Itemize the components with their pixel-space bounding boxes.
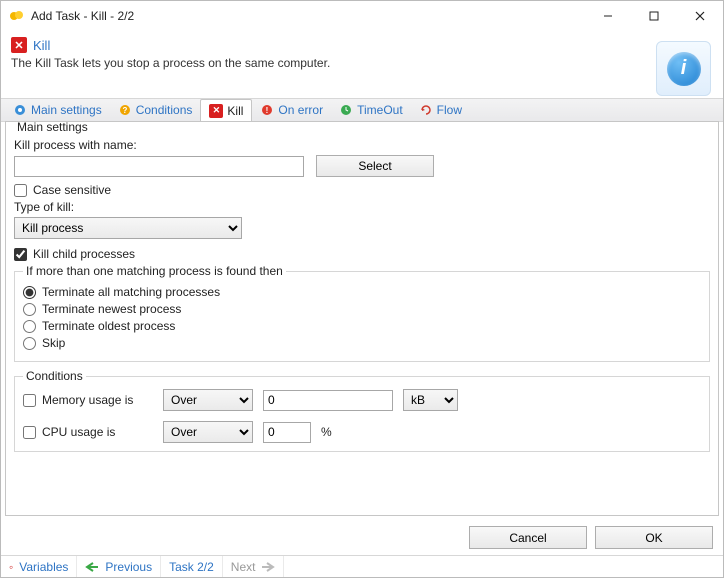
button-bar: Cancel OK <box>1 520 723 555</box>
kill-child-checkbox[interactable]: Kill child processes <box>14 247 710 261</box>
flow-icon <box>419 103 433 117</box>
tab-on-error[interactable]: ! On error <box>252 99 331 121</box>
tab-label: TimeOut <box>357 103 403 117</box>
bullet-icon: ◦ <box>9 560 13 574</box>
type-of-kill-label: Type of kill: <box>14 200 710 214</box>
svg-text:!: ! <box>266 106 269 115</box>
question-icon: ? <box>118 103 132 117</box>
status-next: Next <box>223 556 285 577</box>
window: Add Task - Kill - 2/2 ✕ Kill The Kill Ta… <box>0 0 724 578</box>
error-icon: ! <box>260 103 274 117</box>
group-multiple-match: If more than one matching process is fou… <box>14 271 710 362</box>
group-conditions: Conditions Memory usage is Over kB CPU u… <box>14 376 710 452</box>
info-icon: i <box>667 52 701 86</box>
status-task-count: Task 2/2 <box>161 556 223 577</box>
close-button[interactable] <box>677 1 723 31</box>
tab-kill[interactable]: ✕ Kill <box>200 99 252 122</box>
cancel-button[interactable]: Cancel <box>469 526 587 549</box>
memory-op-select[interactable]: Over <box>163 389 253 411</box>
tab-label: On error <box>278 103 323 117</box>
minimize-button[interactable] <box>585 1 631 31</box>
header-title-row: ✕ Kill <box>11 37 656 53</box>
tab-conditions[interactable]: ? Conditions <box>110 99 201 121</box>
process-name-input[interactable] <box>14 156 304 177</box>
memory-usage-input[interactable] <box>23 394 36 407</box>
arrow-left-icon <box>85 562 99 572</box>
radio-terminate-all[interactable]: Terminate all matching processes <box>23 285 701 299</box>
header-subtitle: The Kill Task lets you stop a process on… <box>11 56 656 70</box>
header-title: Kill <box>33 38 50 53</box>
case-sensitive-label: Case sensitive <box>33 183 111 197</box>
window-controls <box>585 1 723 31</box>
gear-icon <box>13 103 27 117</box>
tab-label: Kill <box>227 104 243 118</box>
ok-button[interactable]: OK <box>595 526 713 549</box>
group-main-title: Main settings <box>14 121 91 134</box>
status-variables[interactable]: ◦ Variables <box>1 556 77 577</box>
tab-label: Conditions <box>136 103 193 117</box>
cpu-value-input[interactable] <box>263 422 311 443</box>
header: ✕ Kill The Kill Task lets you stop a pro… <box>1 31 723 98</box>
group-multiple-title: If more than one matching process is fou… <box>23 264 286 278</box>
select-button[interactable]: Select <box>316 155 434 177</box>
tabbar: Main settings ? Conditions ✕ Kill ! On e… <box>1 98 723 122</box>
case-sensitive-checkbox[interactable]: Case sensitive <box>14 183 710 197</box>
radio-terminate-oldest[interactable]: Terminate oldest process <box>23 319 701 333</box>
status-previous[interactable]: Previous <box>77 556 161 577</box>
tab-label: Flow <box>437 103 462 117</box>
group-conditions-title: Conditions <box>23 369 86 383</box>
arrow-right-icon <box>261 562 275 572</box>
kill-child-input[interactable] <box>14 248 27 261</box>
maximize-button[interactable] <box>631 1 677 31</box>
radio-terminate-newest[interactable]: Terminate newest process <box>23 302 701 316</box>
svg-text:?: ? <box>122 106 127 115</box>
titlebar: Add Task - Kill - 2/2 <box>1 1 723 31</box>
memory-usage-checkbox[interactable]: Memory usage is <box>23 393 153 407</box>
statusbar: ◦ Variables Previous Task 2/2 Next <box>1 555 723 577</box>
cpu-unit-label: % <box>321 425 332 439</box>
kill-icon: ✕ <box>209 104 223 118</box>
kill-child-label: Kill child processes <box>33 247 135 261</box>
cpu-usage-input[interactable] <box>23 426 36 439</box>
kill-icon: ✕ <box>11 37 27 53</box>
type-of-kill-select[interactable]: Kill process <box>14 217 242 239</box>
tab-main-settings[interactable]: Main settings <box>5 99 110 121</box>
app-icon <box>9 8 25 24</box>
memory-unit-select[interactable]: kB <box>403 389 458 411</box>
tab-label: Main settings <box>31 103 102 117</box>
window-title: Add Task - Kill - 2/2 <box>31 9 585 23</box>
tab-timeout[interactable]: TimeOut <box>331 99 411 121</box>
process-name-label: Kill process with name: <box>14 138 710 152</box>
radio-skip[interactable]: Skip <box>23 336 701 350</box>
case-sensitive-input[interactable] <box>14 184 27 197</box>
cpu-op-select[interactable]: Over <box>163 421 253 443</box>
tab-flow[interactable]: Flow <box>411 99 470 121</box>
cpu-usage-checkbox[interactable]: CPU usage is <box>23 425 153 439</box>
info-button[interactable]: i <box>656 41 711 96</box>
tab-content: Main settings Kill process with name: Se… <box>5 121 719 516</box>
memory-value-input[interactable] <box>263 390 393 411</box>
clock-icon <box>339 103 353 117</box>
